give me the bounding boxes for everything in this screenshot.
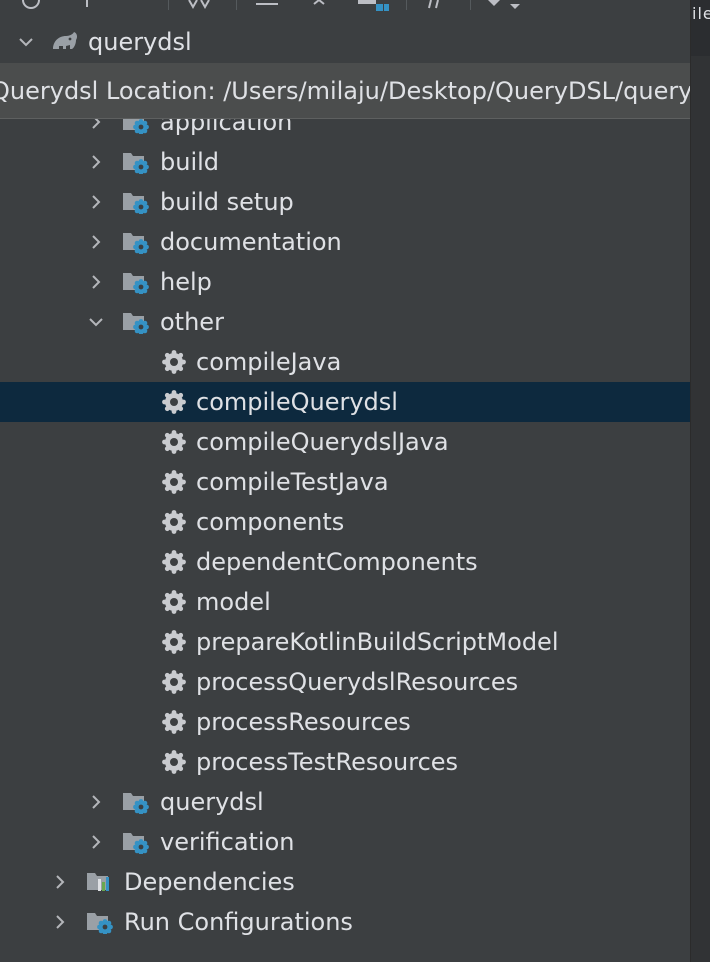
tree-node-label: documentation: [160, 228, 342, 256]
tree-node-label: compileJava: [196, 348, 342, 376]
gear-icon: [162, 350, 186, 374]
run-configurations-node[interactable]: Run Configurations: [0, 902, 690, 942]
toolbar-separator: [168, 0, 169, 10]
tooltip-text: Querydsl Location: /Users/milaju/Desktop…: [0, 77, 690, 105]
tree-node-label: compileQuerydslJava: [196, 428, 449, 456]
task-node[interactable]: dependentComponents: [0, 542, 690, 582]
tree-node-label: compileQuerydsl: [196, 388, 398, 416]
task-group-node[interactable]: build: [0, 142, 690, 182]
tree-node-label: other: [160, 308, 224, 336]
tree-node-label: components: [196, 508, 345, 536]
task-node[interactable]: compileTestJava: [0, 462, 690, 502]
task-folder-icon: [123, 793, 149, 814]
task-folder-icon: [123, 153, 149, 174]
settings-icon[interactable]: [486, 0, 526, 12]
chevron-right-icon[interactable]: [52, 874, 68, 890]
tree-node-label: processQuerydslResources: [196, 668, 519, 696]
toolbar-separator: [470, 0, 471, 10]
chevron-right-icon[interactable]: [88, 274, 104, 290]
tree-node-label: build setup: [160, 188, 294, 216]
chevron-right-icon[interactable]: [88, 234, 104, 250]
task-group-node[interactable]: verification: [0, 822, 690, 862]
right-tool-strip: ile: [690, 0, 710, 962]
task-node[interactable]: compileJava: [0, 342, 690, 382]
tree-node-label: dependentComponents: [196, 548, 478, 576]
task-node[interactable]: processResources: [0, 702, 690, 742]
tree-node-label: build: [160, 148, 220, 176]
task-group-node[interactable]: build setup: [0, 182, 690, 222]
gear-icon: [162, 630, 186, 654]
task-folder-icon: [123, 273, 149, 294]
chevron-down-icon[interactable]: [18, 34, 34, 50]
task-node[interactable]: processTestResources: [0, 742, 690, 782]
task-group-node[interactable]: querydsl: [0, 782, 690, 822]
chevron-right-icon[interactable]: [88, 834, 104, 850]
gear-icon: [162, 550, 186, 574]
group-icon[interactable]: [356, 0, 390, 12]
tree-node-label: help: [160, 268, 212, 296]
script-icon[interactable]: [424, 0, 446, 12]
toggle-icon[interactable]: [186, 0, 212, 12]
chevron-right-icon[interactable]: [88, 794, 104, 810]
task-folder-icon: [123, 313, 149, 334]
task-folder-icon: [123, 833, 149, 854]
refresh-icon[interactable]: [20, 0, 42, 12]
gear-icon: [162, 750, 186, 774]
tree-node-label: prepareKotlinBuildScriptModel: [196, 628, 559, 656]
collapse-icon[interactable]: [254, 0, 280, 12]
location-tooltip: Querydsl Location: /Users/milaju/Desktop…: [0, 63, 690, 119]
chevron-right-icon[interactable]: [88, 194, 104, 210]
tree-node-label: compileTestJava: [196, 468, 389, 496]
chevron-right-icon[interactable]: [88, 154, 104, 170]
toolbar-separator: [236, 0, 237, 10]
gear-icon: [162, 670, 186, 694]
gear-icon: [162, 510, 186, 534]
gradle-toolbar: [0, 0, 690, 22]
tree-node-label: verification: [160, 828, 295, 856]
gradle-elephant-icon: [53, 32, 78, 49]
gear-icon: [162, 430, 186, 454]
task-group-node[interactable]: documentation: [0, 222, 690, 262]
tree-node-label: Run Configurations: [124, 908, 353, 936]
gradle-side-tab[interactable]: ile: [691, 0, 710, 56]
task-folder-icon: [123, 193, 149, 214]
task-node[interactable]: compileQuerydslJava: [0, 422, 690, 462]
tree-node-label: Dependencies: [124, 868, 295, 896]
gradle-side-tab-label: ile: [692, 4, 710, 23]
gear-icon: [162, 590, 186, 614]
task-folder-icon: [123, 233, 149, 254]
tree-node-label: model: [196, 588, 271, 616]
tree-node-label: processResources: [196, 708, 411, 736]
run-configurations-icon: [87, 913, 113, 934]
task-node[interactable]: compileQuerydsl: [0, 382, 690, 422]
tree-node-label: querydsl: [88, 28, 192, 56]
tree-root-node[interactable]: querydsl: [0, 22, 690, 62]
task-node[interactable]: components: [0, 502, 690, 542]
expand-icon[interactable]: [308, 0, 330, 12]
tree-node-label: processTestResources: [196, 748, 459, 776]
add-icon[interactable]: [76, 0, 98, 12]
gear-icon: [162, 390, 186, 414]
gradle-tool-window: ile querydsl application build build setup…: [0, 0, 710, 962]
task-node[interactable]: prepareKotlinBuildScriptModel: [0, 622, 690, 662]
task-group-node[interactable]: other: [0, 302, 690, 342]
toolbar-separator: [406, 0, 407, 10]
dependencies-node[interactable]: Dependencies: [0, 862, 690, 902]
task-group-node[interactable]: help: [0, 262, 690, 302]
chevron-right-icon[interactable]: [52, 914, 68, 930]
gear-icon: [162, 470, 186, 494]
gear-icon: [162, 710, 186, 734]
task-node[interactable]: model: [0, 582, 690, 622]
dependencies-icon: [87, 873, 109, 891]
chevron-down-icon[interactable]: [88, 314, 104, 330]
tree-node-label: querydsl: [160, 788, 264, 816]
task-node[interactable]: processQuerydslResources: [0, 662, 690, 702]
